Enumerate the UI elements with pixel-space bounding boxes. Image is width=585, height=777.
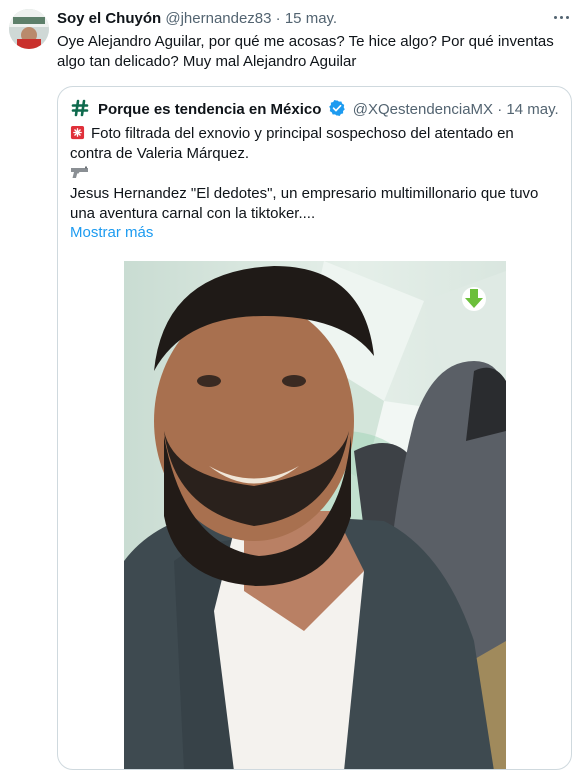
photo-illustration [124, 261, 506, 769]
hashtag-icon [71, 99, 89, 117]
pistol-emoji-icon [71, 166, 88, 178]
tweet-text: Oye Alejandro Aguilar, por qué me acosas… [57, 33, 554, 70]
show-more-link[interactable]: Mostrar más [70, 224, 153, 241]
download-arrow-icon [461, 287, 487, 313]
quoted-line-3: Jesus Hernandez "El dedotes", un empresa… [70, 185, 539, 202]
quoted-author-handle[interactable]: @XQestendenciaMX [353, 101, 493, 118]
tweet-header: Soy el Chuyón @jhernandez83 · 15 may. [57, 10, 337, 27]
quoted-header-separator: · [497, 101, 503, 118]
quoted-line-1-text: Foto filtrada del exnovio y principal so… [91, 125, 514, 142]
quoted-author-name[interactable]: Porque es tendencia en México [98, 101, 321, 118]
quoted-tweet-photo[interactable] [124, 261, 506, 769]
avatar-photo [9, 9, 49, 49]
quoted-line-2: contra de Valeria Márquez. [70, 145, 249, 162]
quoted-line-gun [70, 164, 560, 184]
quoted-line-4: una aventura carnal con la tiktoker.... [70, 205, 316, 222]
siren-emoji-icon [70, 125, 85, 140]
quoted-tweet[interactable]: Porque es tendencia en México @XQestende… [57, 86, 572, 770]
verified-badge-icon [328, 99, 345, 117]
author-name[interactable]: Soy el Chuyón [57, 10, 161, 27]
quoted-tweet-text: Foto filtrada del exnovio y principal so… [70, 124, 560, 224]
quoted-line-1: Foto filtrada del exnovio y principal so… [70, 124, 560, 144]
quoted-tweet-date[interactable]: 14 may. [506, 101, 558, 118]
quoted-tweet-header: Porque es tendencia en México @XQestende… [98, 99, 559, 118]
more-options-icon[interactable] [548, 4, 574, 30]
author-avatar[interactable] [9, 9, 49, 49]
header-separator: · [275, 10, 281, 27]
author-handle[interactable]: @jhernandez83 [165, 10, 271, 27]
tweet-date[interactable]: 15 may. [285, 10, 337, 27]
